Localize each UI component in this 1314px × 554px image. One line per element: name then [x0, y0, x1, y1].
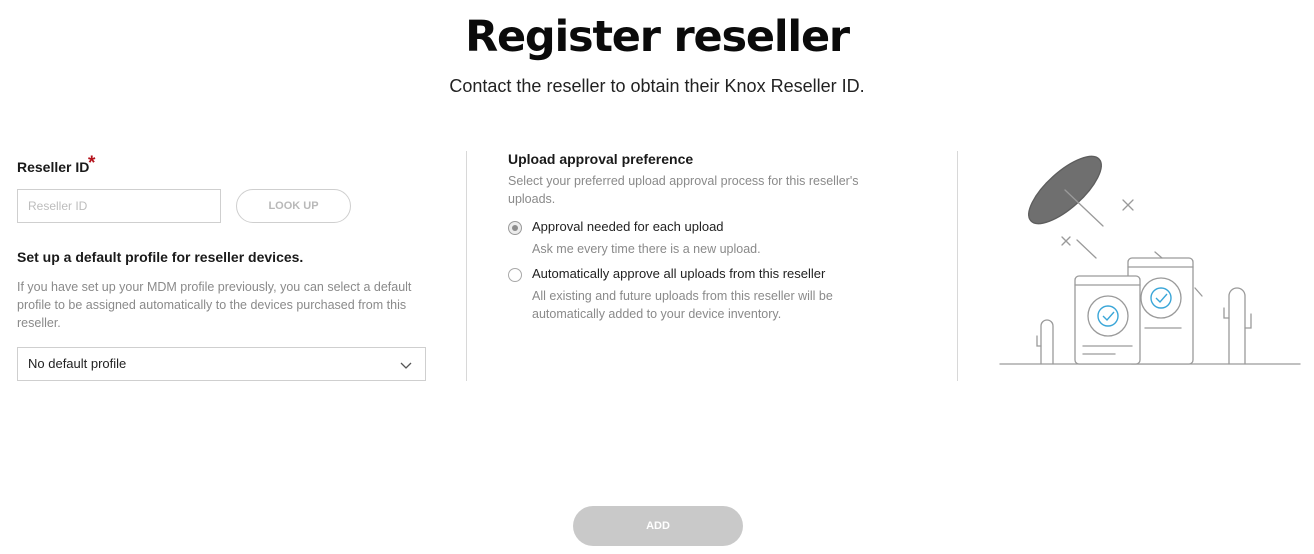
default-profile-select-value: No default profile: [28, 356, 127, 371]
approval-each-upload-radio[interactable]: [508, 221, 522, 235]
required-mark: *: [88, 153, 96, 174]
approval-option-desc-line: automatically added to your device inven…: [532, 307, 782, 321]
default-profile-help: If you have set up your MDM profile prev…: [17, 278, 411, 332]
page-subtitle: Contact the reseller to obtain their Kno…: [449, 76, 865, 96]
default-profile-select[interactable]: No default profile: [17, 347, 426, 381]
chevron-down-icon: [400, 362, 412, 369]
upload-approval-help: Select your preferred upload approval pr…: [508, 172, 858, 208]
add-button[interactable]: ADD: [573, 506, 743, 546]
devices-illustration: [999, 155, 1301, 365]
default-profile-heading: Set up a default profile for reseller de…: [17, 249, 304, 265]
page-title: Register reseller: [465, 12, 850, 62]
upload-approval-heading: Upload approval preference: [508, 151, 694, 167]
approval-option-desc-line: All existing and future uploads from thi…: [532, 289, 833, 303]
approval-option-desc: All existing and future uploads from thi…: [532, 287, 833, 323]
auto-approve-radio[interactable]: [508, 268, 522, 282]
default-profile-help-line: profile to be assigned automatically to …: [17, 298, 407, 312]
approval-option-desc: Ask me every time there is a new upload.: [532, 240, 761, 258]
column-divider: [466, 151, 467, 381]
approval-option-label[interactable]: Approval needed for each upload: [532, 219, 724, 234]
upload-approval-help-line: Select your preferred upload approval pr…: [508, 174, 859, 188]
default-profile-help-line: reseller.: [17, 316, 61, 330]
approval-option-desc-line: Ask me every time there is a new upload.: [532, 242, 761, 256]
look-up-button[interactable]: LOOK UP: [236, 189, 351, 223]
column-divider: [957, 151, 958, 381]
default-profile-help-line: If you have set up your MDM profile prev…: [17, 280, 412, 294]
upload-approval-help-line: uploads.: [508, 192, 556, 206]
reseller-id-label: Reseller ID: [17, 159, 90, 175]
approval-option-label[interactable]: Automatically approve all uploads from t…: [532, 266, 825, 281]
reseller-id-input[interactable]: [17, 189, 221, 223]
